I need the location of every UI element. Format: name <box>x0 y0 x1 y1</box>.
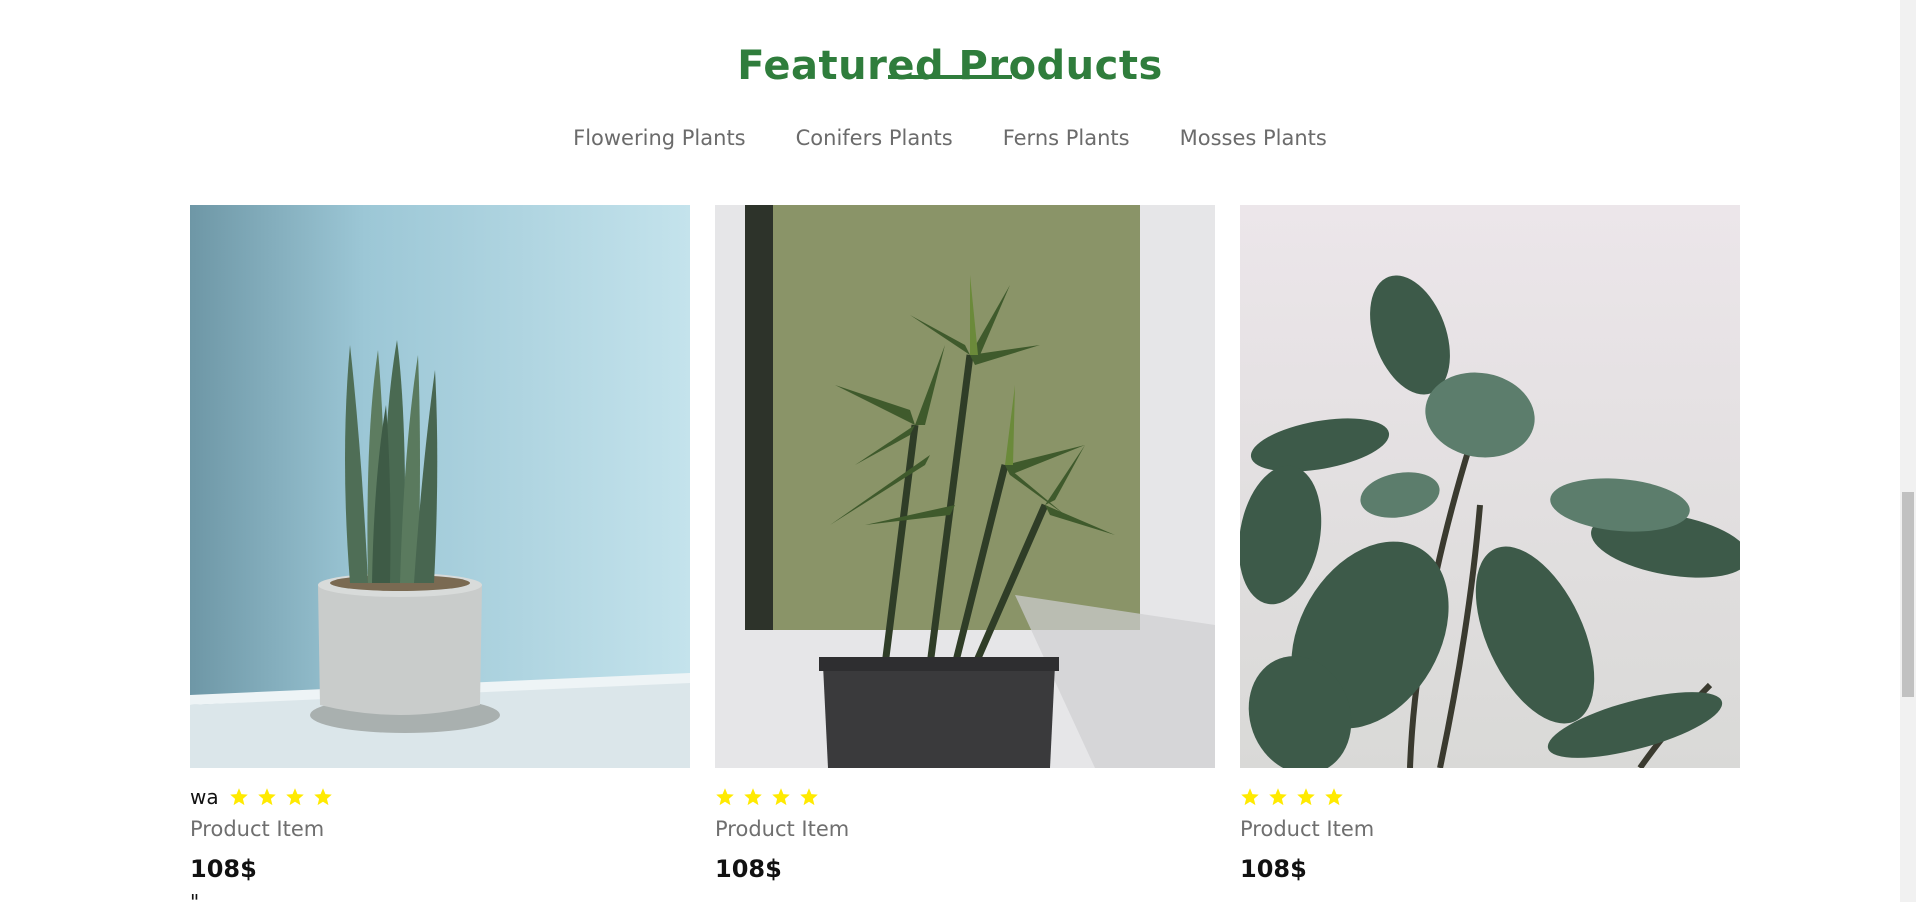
product-name[interactable]: Product Item <box>715 817 849 841</box>
rating-row <box>1240 783 1344 811</box>
product-card[interactable]: wa Product Item 108$ " <box>190 205 690 902</box>
section-title: Featured Products <box>737 43 1163 90</box>
star-icon <box>716 788 734 806</box>
star-icon <box>1241 788 1259 806</box>
product-name[interactable]: Product Item <box>190 817 324 841</box>
star-icon <box>257 788 276 806</box>
product-image-rubber-plant[interactable] <box>1240 205 1740 768</box>
product-card[interactable]: Product Item 108$ <box>715 205 1215 883</box>
rating-row <box>715 783 819 811</box>
tab-flowering-plants[interactable]: Flowering Plants <box>573 126 746 150</box>
page-scrollbar[interactable] <box>1900 0 1916 902</box>
rating-prefix-text: wa <box>190 785 219 809</box>
star-icon <box>285 788 304 806</box>
star-icon <box>772 788 790 806</box>
star-icon <box>313 788 332 806</box>
page: Featured Products Flowering Plants Conif… <box>0 0 1916 902</box>
product-card[interactable]: Product Item 108$ <box>1240 205 1740 883</box>
product-image-palm-plant[interactable] <box>715 205 1215 768</box>
tab-mosses-plants[interactable]: Mosses Plants <box>1180 126 1327 150</box>
stray-text-mark: " <box>190 890 200 902</box>
star-icon <box>229 788 248 806</box>
tab-conifers-plants[interactable]: Conifers Plants <box>796 126 953 150</box>
star-icon <box>1269 788 1287 806</box>
star-icon <box>1297 788 1315 806</box>
star-icon <box>744 788 762 806</box>
title-underline <box>888 75 1012 79</box>
category-tabs: Flowering Plants Conifers Plants Ferns P… <box>0 126 1900 150</box>
product-price: 108$ <box>1240 855 1307 883</box>
tab-ferns-plants[interactable]: Ferns Plants <box>1003 126 1130 150</box>
product-image-snake-plant[interactable] <box>190 205 690 768</box>
product-name[interactable]: Product Item <box>1240 817 1374 841</box>
scrollbar-thumb[interactable] <box>1902 492 1914 697</box>
product-price: 108$ <box>715 855 782 883</box>
star-icon <box>1325 788 1343 806</box>
star-icon <box>800 788 818 806</box>
rating-row: wa <box>190 783 333 811</box>
product-price: 108$ <box>190 855 257 883</box>
